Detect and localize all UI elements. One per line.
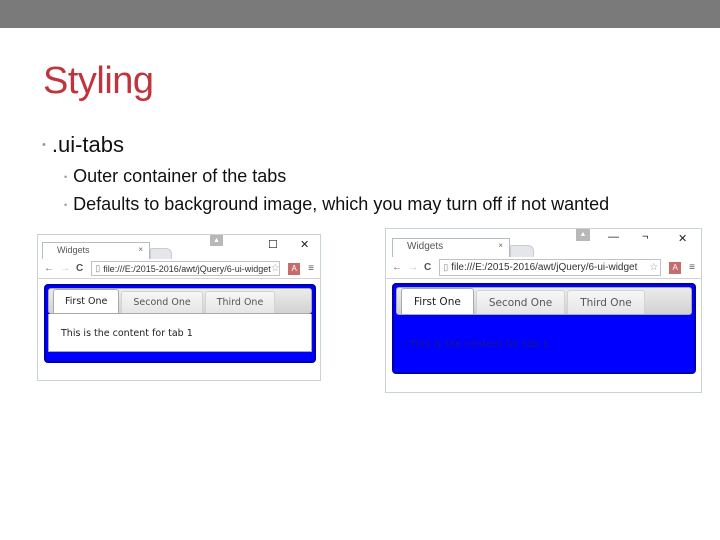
tab-second-one[interactable]: Second One bbox=[475, 290, 566, 314]
tab-first-one[interactable]: First One bbox=[401, 288, 474, 314]
tab-panel-content: This is the content for tab 1 bbox=[410, 339, 549, 350]
browser-tab-title: Widgets bbox=[57, 245, 90, 255]
tabs-nav: First One Second One Third One bbox=[48, 288, 312, 314]
tab-close-icon[interactable]: × bbox=[138, 245, 143, 254]
reload-icon[interactable]: C bbox=[424, 262, 431, 273]
bullet-icon: • bbox=[64, 199, 68, 210]
url-text: file:///E:/2015-2016/awt/jQuery/6-ui-wid… bbox=[103, 263, 271, 274]
reload-icon[interactable]: C bbox=[76, 263, 83, 274]
new-tab-button[interactable] bbox=[150, 248, 172, 259]
bookmark-star-icon[interactable]: ☆ bbox=[649, 262, 658, 273]
acrobat-icon[interactable]: A bbox=[669, 261, 682, 274]
back-icon[interactable]: ← bbox=[392, 262, 402, 273]
tab-panel-content: This is the content for tab 1 bbox=[61, 328, 193, 339]
tab-second-one[interactable]: Second One bbox=[121, 291, 203, 313]
minimize-icon[interactable]: — bbox=[608, 231, 619, 243]
menu-icon[interactable]: ≡ bbox=[308, 263, 314, 274]
bullet-icon: • bbox=[42, 139, 46, 151]
new-tab-button[interactable] bbox=[510, 245, 534, 257]
sub-bullet-outer-container: • Outer container of the tabs bbox=[64, 166, 286, 187]
sub-bullet-background-image: • Defaults to background image, which yo… bbox=[64, 194, 609, 215]
bullet-text: Defaults to background image, which you … bbox=[73, 194, 610, 214]
browser-titlebar: Widgets × ▲ — ¬ ✕ bbox=[386, 229, 701, 257]
slide-top-bar bbox=[0, 0, 720, 28]
page-icon: ▯ bbox=[443, 262, 449, 272]
maximize-icon[interactable]: ☐ bbox=[268, 238, 278, 251]
tabs-nav: First One Second One Third One bbox=[396, 287, 692, 315]
tab-close-icon[interactable]: × bbox=[498, 241, 503, 250]
browser-tab-title: Widgets bbox=[407, 241, 444, 252]
tab-panel: This is the content for tab 1 bbox=[48, 314, 312, 352]
tab-first-one[interactable]: First One bbox=[53, 289, 120, 313]
ui-tabs-widget: First One Second One Third One This is t… bbox=[392, 283, 696, 374]
person-icon[interactable]: ▲ bbox=[210, 235, 223, 246]
slide-title: Styling bbox=[43, 60, 154, 102]
browser-toolbar: ← → C ▯ file:///E:/2015-2016/awt/jQuery/… bbox=[38, 259, 320, 279]
browser-tab[interactable]: Widgets × bbox=[42, 242, 150, 259]
address-bar[interactable]: ▯ file:///E:/2015-2016/awt/jQuery/6-ui-w… bbox=[439, 259, 662, 276]
ui-tabs-widget: First One Second One Third One This is t… bbox=[44, 284, 316, 363]
bullet-ui-tabs: • .ui-tabs bbox=[42, 132, 124, 158]
tab-third-one[interactable]: Third One bbox=[567, 290, 645, 314]
browser-tab[interactable]: Widgets × bbox=[392, 238, 510, 257]
bookmark-star-icon[interactable]: ☆ bbox=[271, 263, 279, 274]
acrobat-icon[interactable]: A bbox=[288, 262, 301, 275]
close-window-icon[interactable]: ✕ bbox=[300, 238, 309, 251]
browser-screenshot-before: Widgets × ▲ ☐ ✕ ← → C ▯ file:///E:/2015-… bbox=[37, 234, 321, 381]
bullet-text: .ui-tabs bbox=[51, 132, 125, 157]
back-icon[interactable]: ← bbox=[44, 263, 54, 274]
bullet-icon: • bbox=[64, 171, 68, 182]
close-window-icon[interactable]: ✕ bbox=[678, 232, 687, 245]
url-text: file:///E:/2015-2016/awt/jQuery/6-ui-wid… bbox=[451, 262, 638, 273]
forward-icon[interactable]: → bbox=[408, 262, 418, 273]
restore-icon[interactable]: ¬ bbox=[642, 231, 648, 243]
browser-titlebar: Widgets × ▲ ☐ ✕ bbox=[38, 235, 320, 259]
page-icon: ▯ bbox=[95, 263, 101, 273]
browser-screenshot-after: Widgets × ▲ — ¬ ✕ ← → C ▯ file:///E:/201… bbox=[385, 228, 702, 393]
bullet-text: Outer container of the tabs bbox=[73, 166, 287, 186]
browser-toolbar: ← → C ▯ file:///E:/2015-2016/awt/jQuery/… bbox=[386, 257, 701, 279]
tab-third-one[interactable]: Third One bbox=[204, 291, 276, 313]
address-bar[interactable]: ▯ file:///E:/2015-2016/awt/jQuery/6-ui-w… bbox=[91, 261, 281, 276]
forward-icon[interactable]: → bbox=[60, 263, 70, 274]
menu-icon[interactable]: ≡ bbox=[689, 262, 695, 273]
person-icon[interactable]: ▲ bbox=[576, 229, 590, 241]
